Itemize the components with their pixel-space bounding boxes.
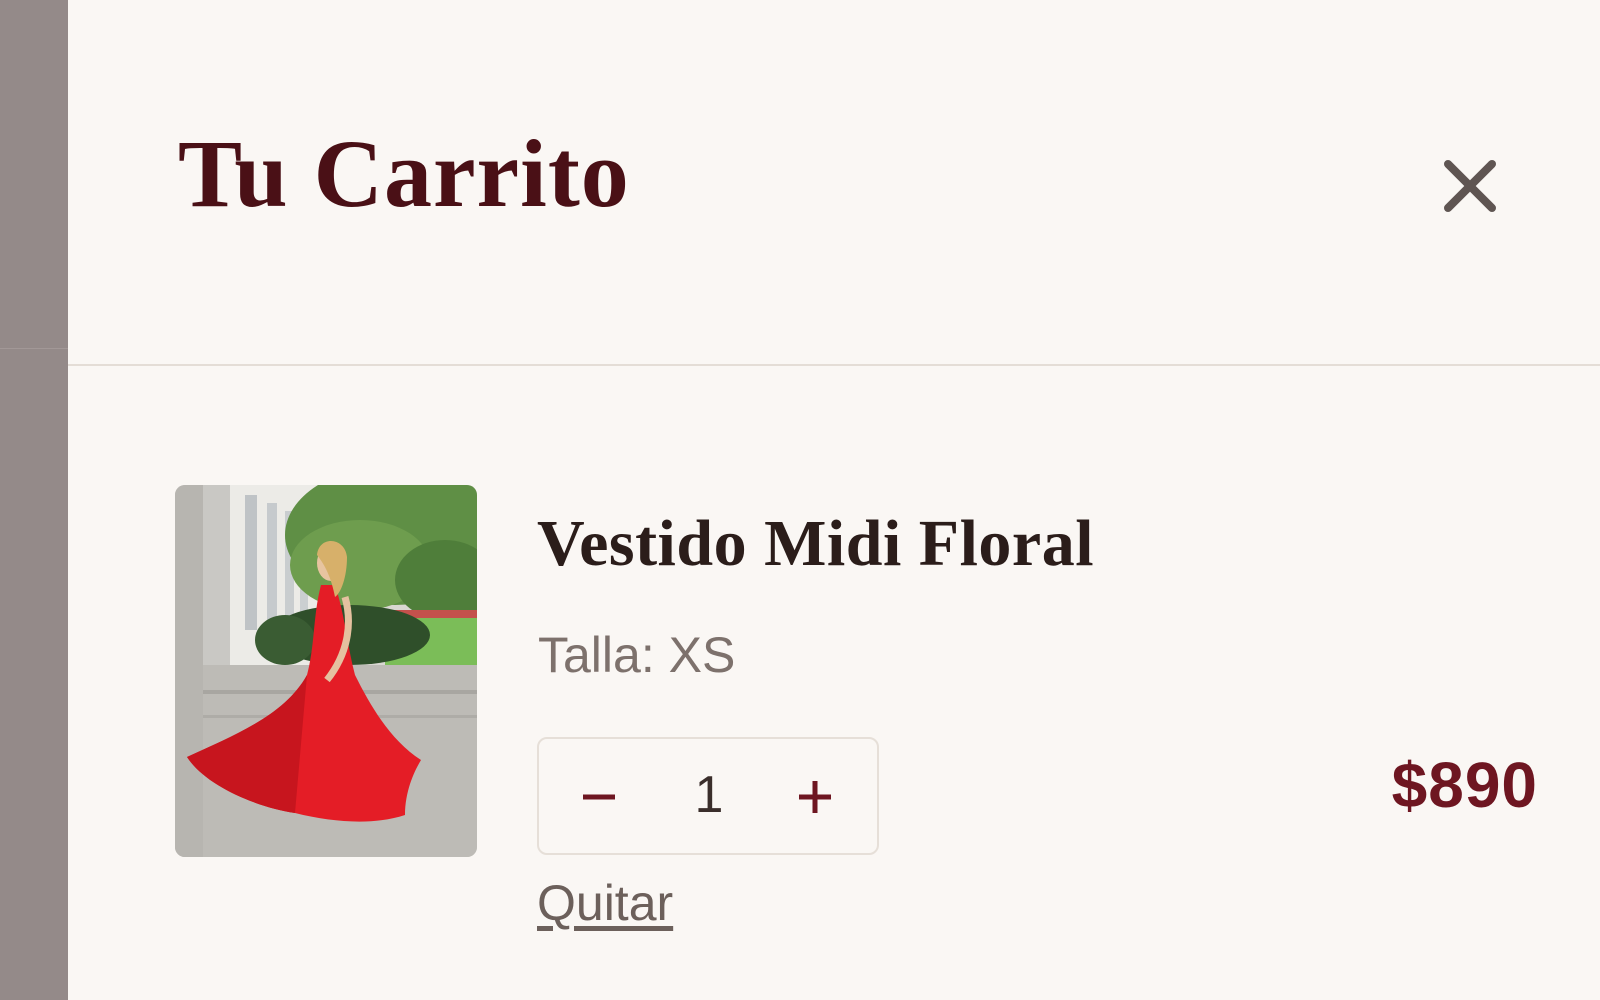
- item-size: Talla: XS: [538, 627, 736, 683]
- minus-icon: [583, 794, 615, 800]
- remove-item-link[interactable]: Quitar: [537, 878, 673, 928]
- item-name: Vestido Midi Floral: [537, 507, 1095, 580]
- decrease-quantity-button[interactable]: [559, 757, 639, 837]
- page-overlay[interactable]: [0, 0, 68, 1000]
- cart-header: Tu Carrito: [68, 0, 1600, 366]
- close-button[interactable]: [1434, 150, 1506, 222]
- product-image[interactable]: [175, 485, 477, 857]
- plus-icon: [799, 781, 831, 813]
- increase-quantity-button[interactable]: [775, 757, 855, 837]
- quantity-stepper: 1: [537, 737, 879, 855]
- overlay-divider: [0, 348, 68, 349]
- cart-item: Vestido Midi Floral Talla: XS 1 $890 Qui…: [175, 485, 1537, 955]
- product-photo-red-dress: [175, 485, 477, 857]
- cart-title: Tu Carrito: [178, 120, 630, 227]
- close-icon: [1444, 160, 1496, 212]
- quantity-value: 1: [694, 766, 724, 824]
- cart-drawer: Tu Carrito Vestido Midi Floral Talla: XS…: [68, 0, 1600, 1000]
- item-price: $890: [1391, 749, 1538, 821]
